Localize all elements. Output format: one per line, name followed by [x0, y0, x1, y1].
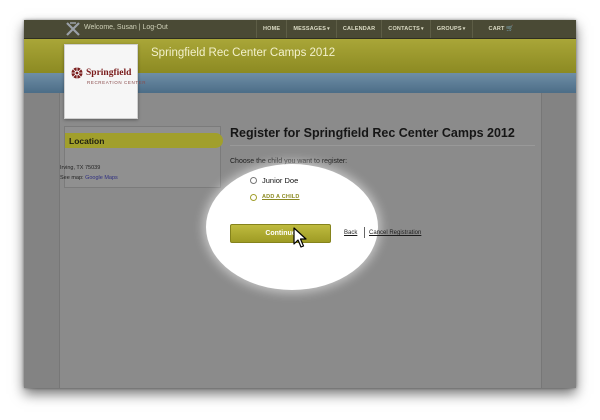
nav-groups-label: GROUPS — [436, 26, 462, 32]
page-title: Register for Springfield Rec Center Camp… — [230, 126, 515, 140]
logo-mark: Springfield — [71, 67, 131, 79]
welcome-text[interactable]: Welcome, Susan | Log-Out — [84, 24, 168, 31]
location-title: Location — [69, 136, 105, 146]
heading-divider — [230, 145, 535, 146]
nav-calendar[interactable]: CALENDAR — [335, 20, 381, 38]
browser-window: Welcome, Susan | Log-Out HOME MESSAGES▾ … — [24, 20, 576, 388]
chevron-down-icon: ▾ — [462, 26, 466, 32]
nav-contacts[interactable]: CONTACTS▾ — [381, 20, 429, 38]
link-separator — [364, 227, 365, 238]
nav-calendar-label: CALENDAR — [342, 26, 376, 32]
google-maps-link[interactable]: Google Maps — [85, 175, 118, 181]
location-city: Irving, TX 75039 — [60, 165, 101, 171]
nav-home[interactable]: HOME — [256, 20, 286, 38]
logo-subtitle: RECREATION CENTER — [87, 80, 147, 85]
chevron-down-icon: ▾ — [327, 26, 330, 32]
nav-messages[interactable]: MESSAGES▾ — [286, 20, 336, 38]
flower-icon — [71, 67, 83, 79]
nav-groups[interactable]: GROUPS▾ — [429, 20, 472, 38]
nav-cart-label: CART — [488, 26, 505, 32]
nav-home-label: HOME — [263, 26, 281, 32]
junior-doe-label[interactable]: Junior Doe — [262, 176, 298, 185]
cancel-registration-link[interactable]: Cancel Registration — [369, 230, 421, 236]
nav-messages-label: MESSAGES — [293, 26, 327, 32]
nav-cart[interactable]: CART 🛒 — [471, 20, 520, 38]
location-map-line: See map: Google Maps — [60, 175, 118, 181]
chevron-down-icon: ▾ — [421, 26, 424, 32]
add-child-link[interactable]: ADD A CHILD — [262, 194, 300, 200]
junior-doe-radio[interactable] — [250, 177, 257, 184]
logo-name: Springfield — [86, 68, 132, 78]
mouse-cursor-icon — [293, 227, 307, 248]
add-child-radio[interactable] — [250, 194, 257, 201]
map-prefix: See map: — [60, 175, 86, 181]
continue-button[interactable]: Continue — [230, 224, 331, 243]
brand-x-icon[interactable] — [66, 22, 80, 36]
main-nav: HOME MESSAGES▾ CALENDAR CONTACTS▾ GROUPS… — [256, 20, 520, 38]
springfield-logo[interactable]: Springfield RECREATION CENTER — [64, 44, 146, 119]
back-link[interactable]: Back — [344, 230, 357, 236]
site-title: Springfield Rec Center Camps 2012 — [151, 47, 336, 59]
cart-icon: 🛒 — [506, 26, 514, 32]
nav-contacts-label: CONTACTS — [388, 26, 421, 32]
top-navigation-bar: Welcome, Susan | Log-Out HOME MESSAGES▾ … — [24, 20, 576, 39]
